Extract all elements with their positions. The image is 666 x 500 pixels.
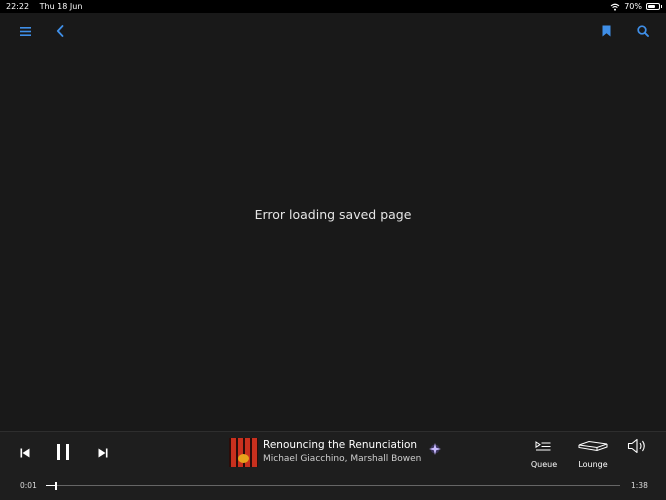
bookmark-button[interactable] [595,20,617,42]
next-track-button[interactable] [94,444,112,462]
album-art[interactable] [229,438,258,467]
track-title[interactable]: Renouncing the Renunciation [263,439,417,451]
status-time: 22:22 [6,2,30,11]
back-button[interactable] [49,20,71,42]
search-icon [637,25,649,37]
sparkle-button[interactable] [427,441,443,457]
pause-icon [57,444,69,460]
wifi-icon [610,3,620,11]
pause-button[interactable] [52,441,74,463]
device-label[interactable]: Lounge [571,460,615,469]
elapsed-time: 0:01 [20,481,37,490]
volume-icon [627,438,645,454]
queue-button[interactable] [533,438,553,454]
total-duration: 1:38 [631,481,648,490]
skip-forward-icon [98,448,108,458]
volume-button[interactable] [626,437,648,455]
skip-back-icon [20,448,30,458]
menu-button[interactable] [14,20,36,42]
queue-icon [535,440,551,450]
progress-fill [46,485,55,486]
sparkle-icon [429,443,441,455]
track-artist[interactable]: Michael Giacchino, Marshall Bowen [263,454,421,464]
menu-icon [19,26,31,36]
status-date: Thu 18 Jun [39,2,83,11]
status-bar: 22:22 Thu 18 Jun 70% [0,0,666,13]
battery-icon [646,3,662,10]
speaker-device-icon [578,440,608,452]
search-button[interactable] [632,20,654,42]
logo-icon [238,454,249,463]
previous-track-button[interactable] [16,444,34,462]
main-content: Error loading saved page [0,49,666,431]
device-button[interactable] [575,438,611,454]
queue-label[interactable]: Queue [522,460,566,469]
error-message: Error loading saved page [254,207,412,222]
progress-thumb[interactable] [54,481,57,490]
progress-slider[interactable] [46,481,620,490]
bookmark-icon [602,25,610,37]
nav-bar [0,13,666,49]
chevron-left-icon [56,25,64,37]
battery-percent: 70% [624,2,642,11]
battery-fill [648,5,655,8]
now-playing-bar: Renouncing the Renunciation Michael Giac… [0,431,666,500]
